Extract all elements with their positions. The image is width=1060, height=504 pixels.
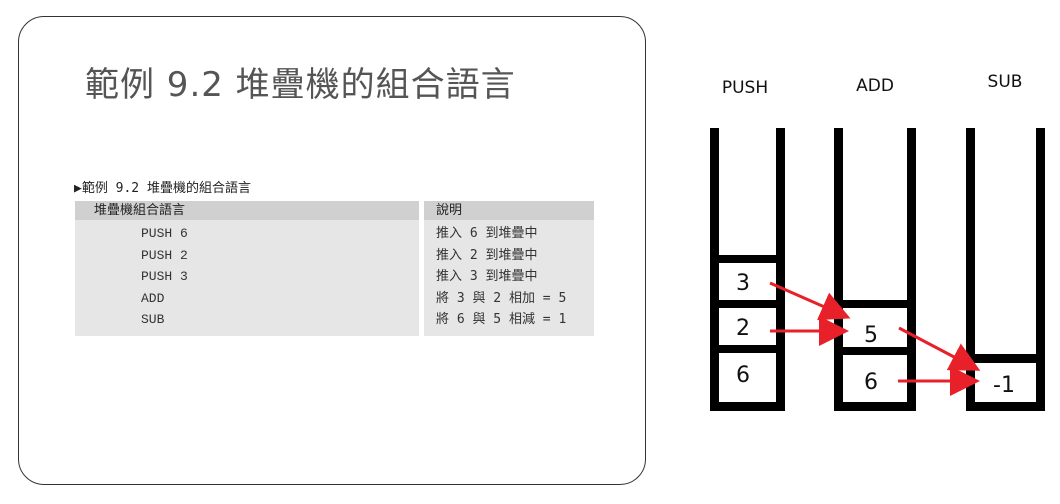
stack-add (834, 128, 916, 411)
stack-diagram: PUSH ADD SUB 3 2 6 5 6 -1 (710, 72, 1045, 411)
stack-label-push: PUSH (722, 78, 768, 98)
stack-push-cell: 3 (736, 271, 750, 296)
stack-label-sub: SUB (988, 72, 1023, 92)
stack-add-cell: 5 (864, 323, 878, 348)
stack-sub-cell: -1 (993, 373, 1015, 398)
stack-push-cell: 2 (736, 316, 750, 341)
stack-label-add: ADD (856, 76, 894, 96)
stack-add-cell: 6 (864, 370, 878, 395)
stack-push-cell: 6 (736, 363, 750, 388)
stack-sub (966, 128, 1045, 411)
